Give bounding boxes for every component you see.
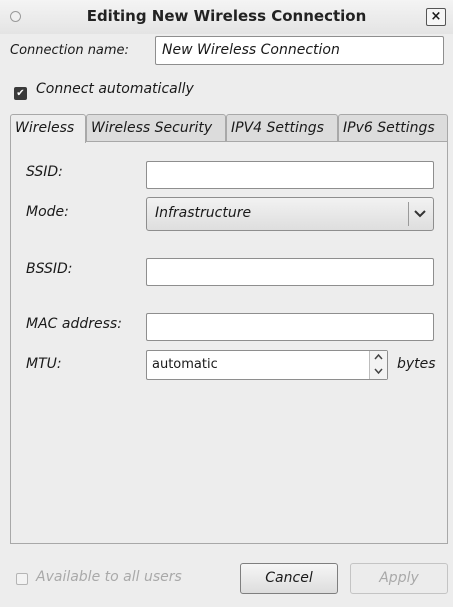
close-icon: ×	[430, 9, 442, 24]
mtu-spin-buttons[interactable]	[369, 351, 387, 379]
bssid-label: BSSID:	[26, 261, 73, 277]
available-to-all-users-label: Available to all users	[36, 569, 182, 585]
available-to-all-users-checkbox[interactable]	[16, 573, 28, 585]
tab-wireless-security[interactable]: Wireless Security	[86, 114, 226, 142]
window-title: Editing New Wireless Connection	[86, 7, 367, 25]
dropdown-divider	[408, 202, 409, 226]
mode-label: Mode:	[26, 204, 69, 220]
ssid-input[interactable]	[146, 161, 434, 189]
tab-ipv6-settings[interactable]: IPv6 Settings	[338, 114, 448, 142]
close-button[interactable]: ×	[426, 8, 446, 26]
connection-name-label: Connection name:	[10, 43, 129, 58]
connection-name-input[interactable]: New Wireless Connection	[155, 36, 444, 65]
connect-automatically-label[interactable]: Connect automatically	[36, 81, 194, 97]
spin-down-icon[interactable]	[373, 365, 384, 379]
mtu-input[interactable]: automatic	[146, 350, 388, 380]
mac-address-input[interactable]	[146, 313, 434, 341]
mac-address-label: MAC address:	[26, 316, 122, 332]
tab-ipv4-settings[interactable]: IPV4 Settings	[226, 114, 338, 142]
cancel-button[interactable]: Cancel	[240, 563, 338, 594]
mode-selected-value: Infrastructure	[155, 205, 252, 221]
apply-button[interactable]: Apply	[350, 563, 448, 594]
ssid-label: SSID:	[26, 164, 63, 180]
mtu-label: MTU:	[26, 356, 62, 372]
chevron-down-icon	[413, 203, 427, 227]
mode-dropdown[interactable]: Infrastructure	[146, 197, 434, 231]
connect-automatically-checkbox[interactable]: ✔	[14, 87, 27, 100]
checkmark-icon: ✔	[16, 88, 25, 99]
mtu-unit-label: bytes	[397, 356, 436, 372]
spin-up-icon[interactable]	[373, 352, 384, 366]
bssid-input[interactable]	[146, 258, 434, 286]
tab-wireless[interactable]: Wireless	[10, 114, 86, 143]
